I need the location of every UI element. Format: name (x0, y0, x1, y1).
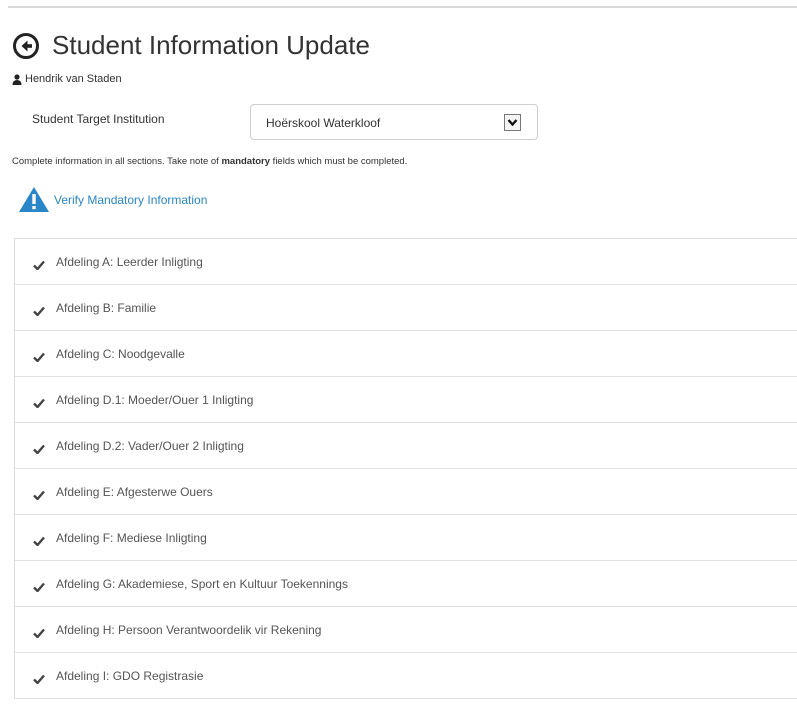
instructions-before: Complete information in all sections. Ta… (12, 156, 222, 167)
section-label: Afdeling D.2: Vader/Ouer 2 Inligting (56, 438, 244, 453)
section-label: Afdeling A: Leerder Inligting (56, 254, 203, 269)
section-row-h[interactable]: Afdeling H: Persoon Verantwoordelik vir … (15, 607, 797, 653)
institution-select-value: Hoërskool Waterkloof (266, 116, 381, 130)
check-icon (33, 671, 45, 685)
top-divider (8, 6, 797, 8)
check-icon (33, 349, 45, 363)
section-label: Afdeling D.1: Moeder/Ouer 1 Inligting (56, 392, 254, 407)
section-row-d2[interactable]: Afdeling D.2: Vader/Ouer 2 Inligting (15, 423, 797, 469)
verify-mandatory[interactable]: Verify Mandatory Information (18, 186, 207, 213)
section-row-f[interactable]: Afdeling F: Mediese Inligting (15, 515, 797, 561)
section-row-a[interactable]: Afdeling A: Leerder Inligting (15, 239, 797, 285)
section-label: Afdeling F: Mediese Inligting (56, 530, 207, 545)
section-row-i[interactable]: Afdeling I: GDO Registrasie (15, 653, 797, 699)
section-label: Afdeling C: Noodgevalle (56, 346, 185, 361)
chevron-down-icon[interactable] (504, 114, 521, 131)
check-icon (33, 395, 45, 409)
user-name: Hendrik van Staden (25, 73, 122, 85)
page-title: Student Information Update (52, 30, 370, 60)
check-icon (33, 625, 45, 639)
check-icon (33, 441, 45, 455)
section-label: Afdeling E: Afgesterwe Ouers (56, 484, 213, 499)
user-icon (12, 73, 22, 85)
section-row-b[interactable]: Afdeling B: Familie (15, 285, 797, 331)
section-label: Afdeling G: Akademiese, Sport en Kultuur… (56, 576, 348, 591)
check-icon (33, 487, 45, 501)
check-icon (33, 533, 45, 547)
section-label: Afdeling H: Persoon Verantwoordelik vir … (56, 622, 322, 637)
institution-select[interactable]: Hoërskool Waterkloof (250, 104, 538, 140)
check-icon (33, 257, 45, 271)
user-info: Hendrik van Staden (12, 73, 122, 85)
section-label: Afdeling B: Familie (56, 300, 157, 315)
back-icon[interactable] (12, 32, 40, 60)
verify-mandatory-link[interactable]: Verify Mandatory Information (54, 193, 207, 207)
section-row-c[interactable]: Afdeling C: Noodgevalle (15, 331, 797, 377)
warning-triangle-icon (18, 186, 50, 213)
check-icon (33, 579, 45, 593)
section-row-d1[interactable]: Afdeling D.1: Moeder/Ouer 1 Inligting (15, 377, 797, 423)
check-icon (33, 303, 45, 317)
section-label: Afdeling I: GDO Registrasie (56, 668, 204, 683)
institution-label: Student Target Institution (32, 112, 165, 126)
page-header: Student Information Update (12, 30, 370, 61)
section-row-e[interactable]: Afdeling E: Afgesterwe Ouers (15, 469, 797, 515)
instructions-text: Complete information in all sections. Ta… (12, 156, 407, 167)
instructions-after: fields which must be completed. (270, 156, 408, 167)
instructions-bold: mandatory (221, 156, 271, 167)
section-row-g[interactable]: Afdeling G: Akademiese, Sport en Kultuur… (15, 561, 797, 607)
sections-list: Afdeling A: Leerder Inligting Afdeling B… (14, 238, 797, 699)
